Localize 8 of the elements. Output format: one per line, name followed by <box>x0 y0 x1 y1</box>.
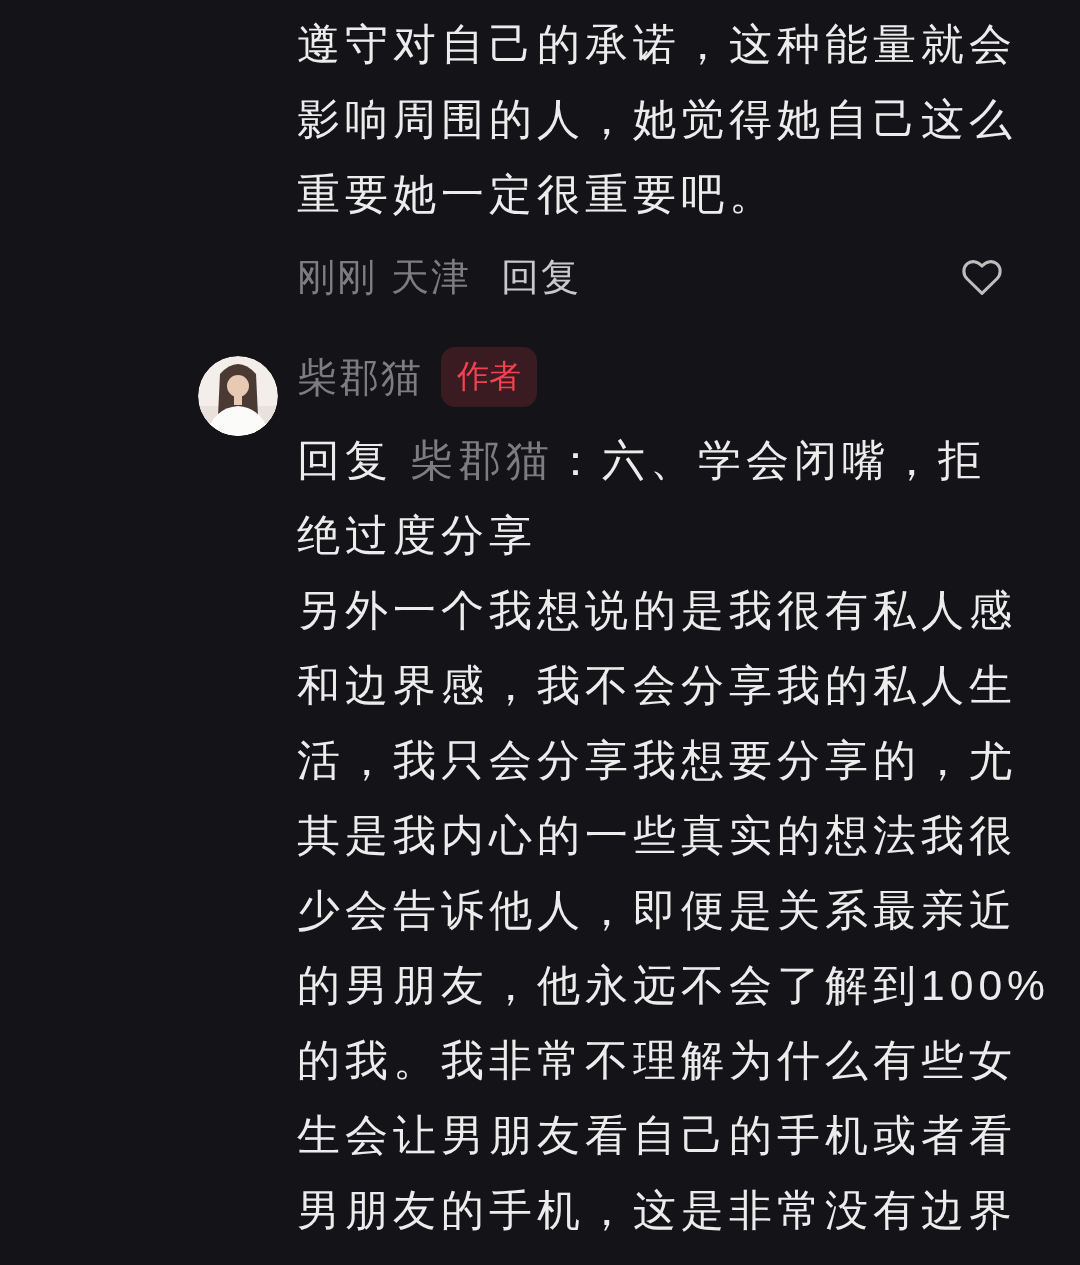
reply-button[interactable]: 回复 <box>501 251 581 303</box>
comment-text: 另外一个我想说的是我很有私人感和边界感，我不会分享我的私人生活，我只会分享我想要分享的，尤其是我内心的一些真实的想法我很少会告诉他人，即便是关系最亲近的男朋友，他永远不会了解到100%的我。我非常不理解为什么有些女生会让男朋友看自己的手机或者看男朋友的手机，这是非常没有边界 <box>297 585 1051 1236</box>
comment-time: 刚刚 <box>297 253 377 301</box>
author-name[interactable]: 柴郡猫 <box>297 349 423 405</box>
comment-text: 遵守对自己的承诺，这种能量就会影响周围的人，她觉得她自己这么重要她一定很重要吧。 <box>297 19 1018 220</box>
reply-text: 回复 柴郡猫：六、学会闭嘴，拒绝过度分享 <box>297 435 987 561</box>
author-badge: 作者 <box>441 347 537 407</box>
comment-location: 天津 <box>391 253 471 301</box>
